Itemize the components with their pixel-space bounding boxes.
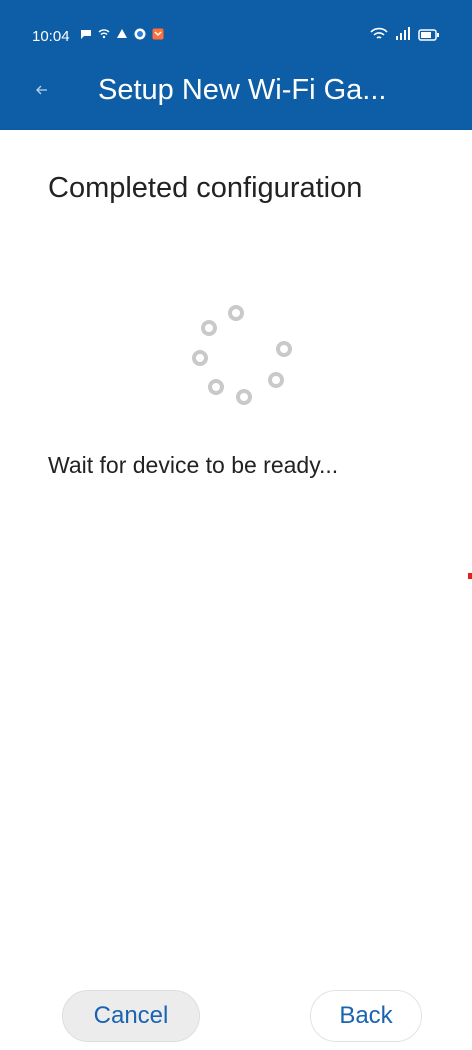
status-time: 10:04 [32,28,70,45]
app-icon-orange [152,27,164,40]
notification-icon [116,27,128,39]
app-icon-blue [134,27,146,40]
status-bar: 10:04 [0,0,472,56]
battery-icon [418,28,440,46]
page-title: Setup New Wi-Fi Ga... [98,74,387,106]
cellular-signal-icon [394,27,412,46]
status-icons-left [80,27,164,40]
indicator-mark [468,573,472,579]
message-icon [80,27,92,39]
wifi-calling-icon [98,27,110,39]
configuration-heading: Completed configuration [48,172,363,204]
cancel-button[interactable]: Cancel [62,990,200,1042]
screen: 10:04 Setup New Wi-Fi Ga... Completed co… [0,0,472,1050]
back-button[interactable]: Back [310,990,422,1042]
wifi-icon [370,27,388,46]
back-arrow-icon[interactable] [34,82,50,98]
status-message: Wait for device to be ready... [48,452,339,478]
status-icons-right [370,27,440,46]
loading-spinner-icon [186,300,298,410]
app-bar: Setup New Wi-Fi Ga... [0,56,472,130]
